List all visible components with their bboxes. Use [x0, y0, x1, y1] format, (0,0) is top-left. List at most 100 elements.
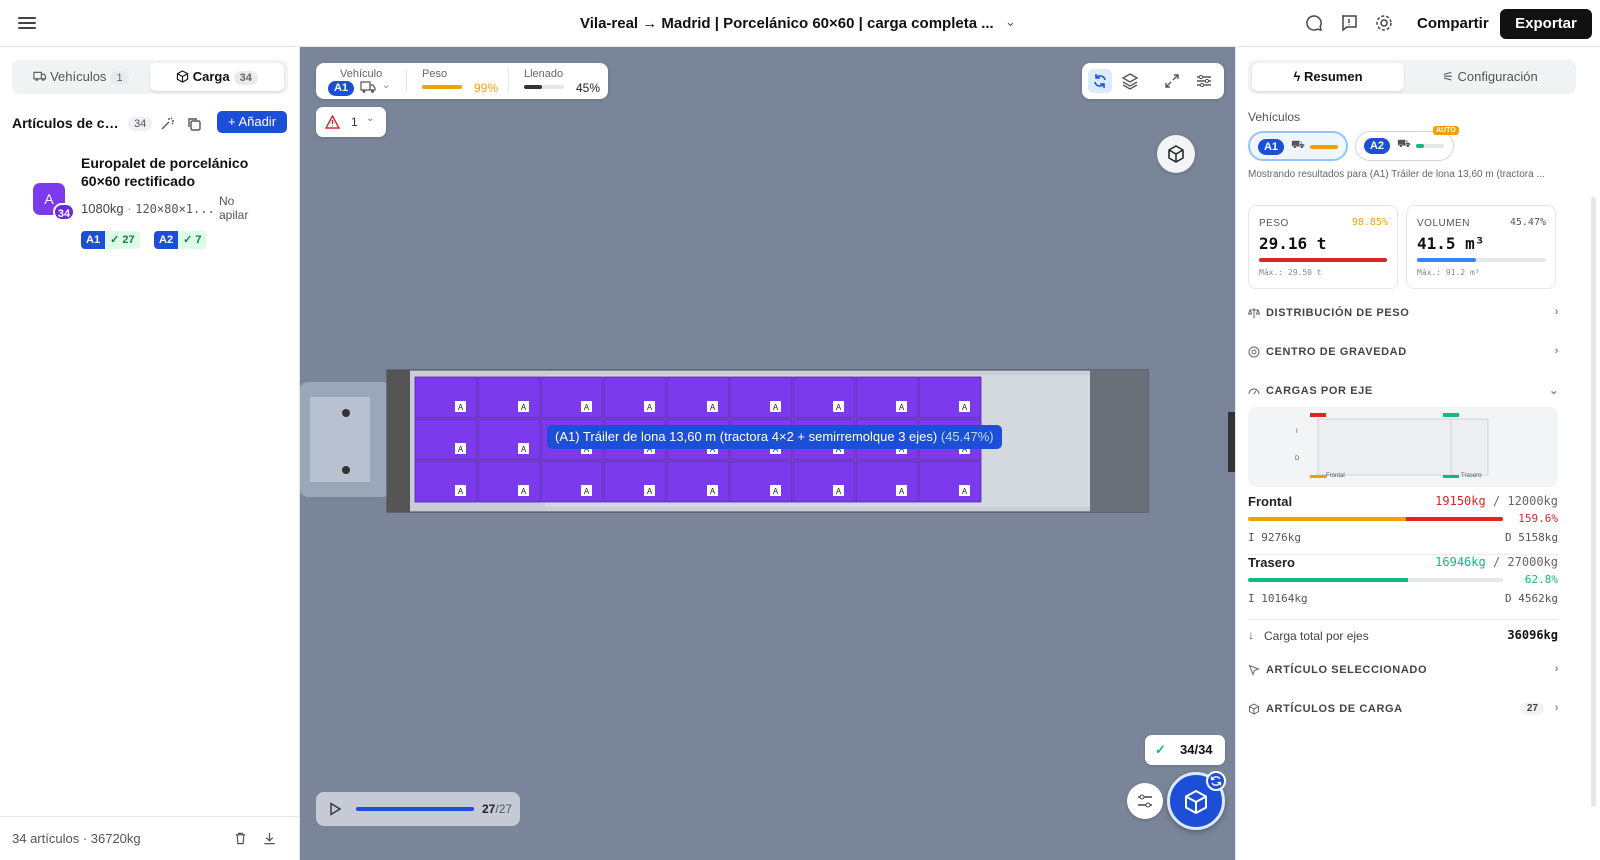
- auto-badge: AUTO: [1433, 126, 1459, 135]
- vehicle-label: Vehículo: [340, 68, 383, 80]
- pallet[interactable]: [540, 460, 604, 503]
- item-meta: 1080kg · 120×80×1...: [81, 201, 215, 216]
- filter-button[interactable]: [1127, 783, 1163, 819]
- vehicle-chip-a2[interactable]: A2 ⛟: [1355, 131, 1454, 161]
- comment-icon[interactable]: [1304, 13, 1324, 33]
- truck-icon: [360, 81, 376, 93]
- tab-configuration[interactable]: ⚟ Configuración: [1408, 63, 1572, 91]
- tab-cargo[interactable]: Carga 34: [150, 63, 284, 91]
- pallet[interactable]: [792, 376, 856, 419]
- pallet-label: A: [647, 487, 653, 496]
- pallet[interactable]: [729, 460, 793, 503]
- tab-vehicles[interactable]: Vehículos 1: [16, 63, 146, 91]
- add-button[interactable]: + Añadir: [217, 111, 287, 133]
- axle-x-label: Trasero: [1461, 473, 1482, 479]
- cargo-list-header: Artículos de ca... 34 + Añadir: [12, 111, 292, 137]
- section-selected-item[interactable]: ARTÍCULO SELECCIONADO ›: [1248, 662, 1558, 682]
- truck-icon: ⛟: [1291, 139, 1305, 151]
- settings-icon: ⚟: [1442, 69, 1458, 84]
- chevron-down-icon: ⌄: [1549, 385, 1559, 397]
- page-title[interactable]: Vila-real → Madrid | Porcelánico 60×60 |…: [580, 15, 994, 32]
- axle-percent: 62.8%: [1524, 573, 1558, 586]
- vehicle-tag-a1[interactable]: A1 ✓ 27: [81, 231, 140, 249]
- chevron-right-icon: ›: [1554, 345, 1559, 357]
- section-center-of-gravity[interactable]: CENTRO DE GRAVEDAD ›: [1248, 344, 1558, 364]
- playback-total: /27: [495, 802, 513, 816]
- refresh-button[interactable]: [1206, 771, 1226, 791]
- results-note: Mostrando resultados para (A1) Tráiler d…: [1248, 169, 1545, 180]
- chevron-down-icon[interactable]: ⌄: [382, 80, 390, 91]
- tab-summary[interactable]: ϟ Resumen: [1252, 63, 1404, 91]
- axle-load: 16946kg: [1435, 555, 1486, 569]
- vehicle-tag-a2[interactable]: A2 ✓ 7: [154, 231, 207, 249]
- cube-view-button[interactable]: [1157, 135, 1195, 173]
- load-stats-card: Vehículo A1 ⌄ Peso 99% Llenado 45%: [316, 63, 608, 99]
- axle-y-label: D: [1295, 456, 1300, 462]
- check-icon: ✓: [1155, 742, 1166, 757]
- pallet[interactable]: [414, 418, 478, 461]
- 3d-viewport[interactable]: Vehículo A1 ⌄ Peso 99% Llenado 45% 1 ⌄ A…: [300, 47, 1235, 860]
- pallet-label: A: [962, 487, 968, 496]
- cargo-summary: 34 artículos · 36720kg: [12, 831, 141, 846]
- right-tabs: ϟ Resumen ⚟ Configuración: [1248, 60, 1576, 94]
- pallet-label: A: [836, 403, 842, 412]
- share-button[interactable]: Compartir: [1411, 11, 1495, 36]
- gear-icon[interactable]: [1374, 13, 1394, 33]
- pallet[interactable]: [414, 376, 478, 419]
- lightning-icon: ϟ: [1293, 69, 1304, 84]
- pallet[interactable]: [792, 460, 856, 503]
- pallet[interactable]: [855, 376, 919, 419]
- pallet[interactable]: [729, 376, 793, 419]
- warnings-dropdown[interactable]: 1 ⌄: [316, 107, 386, 137]
- feedback-icon[interactable]: [1339, 13, 1359, 33]
- copy-icon[interactable]: [186, 116, 202, 132]
- left-panel: Vehículos 1 Carga 34 Artículos de ca... 34…: [0, 47, 300, 860]
- weight-percent: 99%: [474, 81, 499, 95]
- front-wall: [387, 370, 410, 512]
- magic-wand-icon[interactable]: [159, 116, 175, 132]
- pallet[interactable]: [666, 376, 730, 419]
- chevron-right-icon: ›: [1554, 306, 1559, 318]
- axle-left: I 10164kg: [1248, 592, 1308, 605]
- pallet-label: A: [710, 403, 716, 412]
- pallet[interactable]: [855, 460, 919, 503]
- pallet[interactable]: [414, 460, 478, 503]
- menu-icon[interactable]: [18, 14, 36, 32]
- scrollbar[interactable]: [1591, 197, 1596, 807]
- fullscreen-icon[interactable]: [1160, 69, 1184, 93]
- item-dimensions: 120×80×1...: [135, 202, 215, 216]
- pallet[interactable]: [918, 460, 982, 503]
- section-axle-loads[interactable]: CARGAS POR EJE ⌄: [1248, 383, 1558, 403]
- download-icon[interactable]: [262, 831, 277, 846]
- item-name: Europalet de porcelánico 60×60 rectifica…: [81, 155, 249, 189]
- vehicle-chip-a1[interactable]: A1 ⛟: [1248, 131, 1348, 161]
- pallet[interactable]: [477, 376, 541, 419]
- section-cargo-items[interactable]: ARTÍCULOS DE CARGA 27 ›: [1248, 701, 1558, 721]
- pallet[interactable]: [603, 460, 667, 503]
- sliders-icon[interactable]: [1192, 69, 1216, 93]
- chevron-down-icon[interactable]: ⌄: [1005, 14, 1016, 30]
- pallet[interactable]: [666, 460, 730, 503]
- pallet[interactable]: [477, 418, 541, 461]
- item-weight: 1080kg: [81, 201, 124, 216]
- axle-marker-rear: [1443, 413, 1459, 417]
- layers-icon[interactable]: [1118, 69, 1142, 93]
- section-weight-distribution[interactable]: DISTRIBUCIÓN DE PESO ›: [1248, 305, 1558, 325]
- pallet[interactable]: [477, 460, 541, 503]
- play-icon[interactable]: [327, 801, 343, 817]
- pallet[interactable]: [918, 376, 982, 419]
- placed-count: 34/34: [1180, 742, 1213, 757]
- list-item[interactable]: A 34 Europalet de porcelánico 60×60 rect…: [0, 145, 299, 255]
- playback-slider[interactable]: [356, 807, 474, 811]
- rotate-view-icon[interactable]: [1088, 69, 1112, 93]
- pallet[interactable]: [540, 376, 604, 419]
- section-title: DISTRIBUCIÓN DE PESO: [1266, 307, 1410, 319]
- cargo-list-title: Artículos de ca...: [12, 115, 122, 131]
- vehicle-pill[interactable]: A1: [328, 81, 354, 96]
- pallet[interactable]: [603, 376, 667, 419]
- cargo-count-badge: 34: [128, 117, 153, 131]
- export-button[interactable]: Exportar: [1500, 9, 1592, 39]
- axle-name: Trasero: [1248, 555, 1295, 570]
- trash-icon[interactable]: [233, 831, 248, 846]
- rear-doors: [1090, 370, 1148, 512]
